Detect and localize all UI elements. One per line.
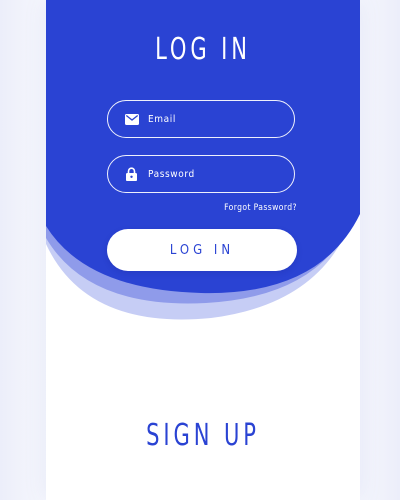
login-button[interactable]: LOG IN (107, 229, 297, 271)
lock-icon (124, 167, 139, 182)
mail-icon (124, 112, 139, 127)
signup-title[interactable]: SIGN UP (81, 413, 326, 459)
password-field[interactable]: Password (107, 155, 295, 193)
password-placeholder: Password (148, 168, 195, 180)
forgot-password-link[interactable]: Forgot Password? (224, 203, 297, 213)
phone-frame: LOG IN Email Password Forgot Password? L… (46, 0, 360, 500)
screen: LOG IN Email Password Forgot Password? L… (0, 0, 400, 500)
email-field[interactable]: Email (107, 100, 295, 138)
email-placeholder: Email (148, 113, 176, 125)
login-title: LOG IN (155, 32, 251, 67)
